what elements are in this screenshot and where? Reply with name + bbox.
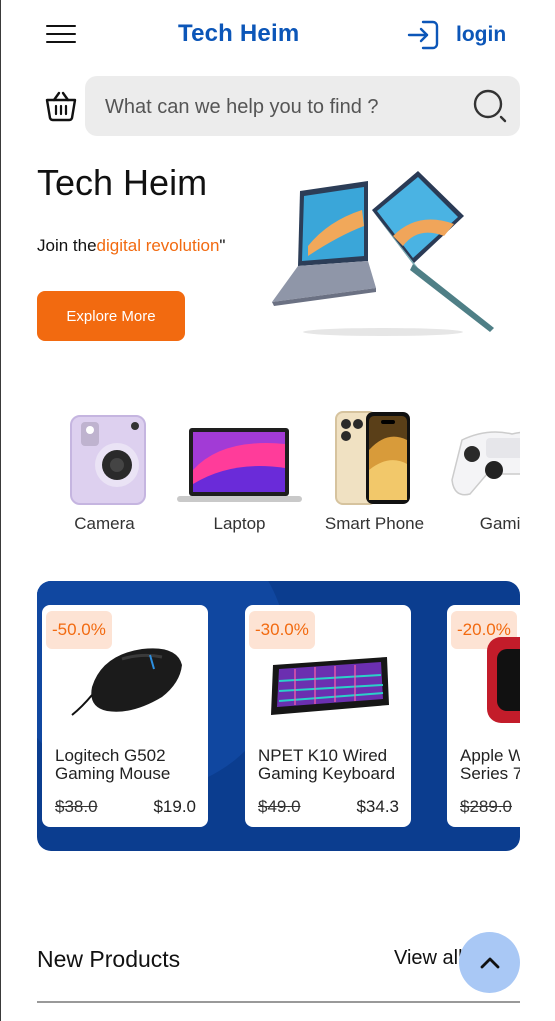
login-button[interactable]: login — [406, 18, 506, 52]
category-label: Smart Phone — [324, 514, 425, 533]
gaming-keyboard-image — [271, 657, 389, 715]
old-price: $38.0 — [55, 797, 98, 816]
basket-icon[interactable] — [44, 90, 78, 122]
new-price: $19.0 — [153, 797, 196, 816]
new-price: $34.3 — [356, 797, 399, 816]
view-all-link[interactable]: View all — [394, 947, 464, 970]
hamburger-menu-icon[interactable] — [44, 20, 78, 48]
category-gaming[interactable]: Gaming — [442, 400, 520, 540]
laptop-icon — [177, 428, 302, 502]
login-icon — [407, 20, 439, 50]
hero-laptops-image — [272, 171, 494, 336]
old-price: $49.0 — [258, 797, 301, 816]
top-bar: Tech Heim login — [0, 0, 555, 70]
product-name: Apple Watch Series 7 — [460, 747, 520, 783]
product-name: NPET K10 Wired Gaming Keyboard — [258, 747, 406, 783]
category-smart-phone[interactable]: Smart Phone — [307, 400, 442, 540]
scroll-to-top-button[interactable] — [459, 932, 520, 993]
search-input[interactable] — [103, 90, 457, 124]
login-label: login — [456, 23, 507, 46]
category-label: Laptop — [213, 514, 266, 533]
category-camera[interactable]: Camera — [37, 400, 172, 540]
category-laptop[interactable]: Laptop — [172, 400, 307, 540]
chevron-up-icon — [480, 957, 499, 968]
search-bar — [85, 76, 520, 136]
instant-camera-icon — [70, 415, 146, 505]
hero-subtitle: Join thedigital revolution" — [37, 236, 225, 256]
gamepad-icon — [451, 431, 520, 496]
deal-card[interactable]: -30.0% NPET K10 Wired Gaming Keyboard $4… — [245, 605, 411, 827]
hero-subtitle-accent: digital revolution — [96, 236, 220, 255]
smartphone-icon — [335, 411, 410, 505]
gaming-mouse-image — [71, 648, 182, 716]
hero-subtitle-prefix: Join the — [37, 236, 97, 255]
section-title-new-products: New Products — [37, 946, 181, 972]
deal-card[interactable]: -20.0% Apple Watch Series 7 $289.0 — [447, 605, 520, 827]
product-name-line: Gaming Keyboard — [258, 765, 396, 783]
product-name: Logitech G502 Gaming Mouse — [55, 747, 203, 783]
section-divider — [37, 1001, 520, 1003]
category-carousel[interactable]: Camera Laptop Smart Phone Gami — [37, 400, 520, 550]
smartwatch-image — [487, 637, 520, 723]
product-name-line: Logitech G502 — [55, 747, 166, 765]
old-price: $289.0 — [460, 797, 512, 816]
category-label: Gaming — [479, 514, 520, 533]
deal-card[interactable]: -50.0% Logitech G502 Gaming Mouse $38.0 … — [42, 605, 208, 827]
brand-title[interactable]: Tech Heim — [178, 20, 299, 48]
search-icon[interactable] — [472, 88, 508, 124]
product-name-line: Series 7 — [460, 765, 520, 783]
left-border — [0, 0, 1, 1021]
product-name-line: Gaming Mouse — [55, 765, 171, 783]
explore-more-button[interactable]: Explore More — [37, 291, 185, 341]
product-name-line: NPET K10 Wired — [258, 747, 388, 765]
deals-carousel[interactable]: -50.0% Logitech G502 Gaming Mouse $38.0 … — [37, 581, 520, 851]
hero-title: Tech Heim — [37, 162, 208, 203]
product-name-line: Apple Watch — [460, 747, 520, 765]
category-label: Camera — [74, 514, 135, 533]
hero-subtitle-suffix: " — [219, 236, 226, 255]
